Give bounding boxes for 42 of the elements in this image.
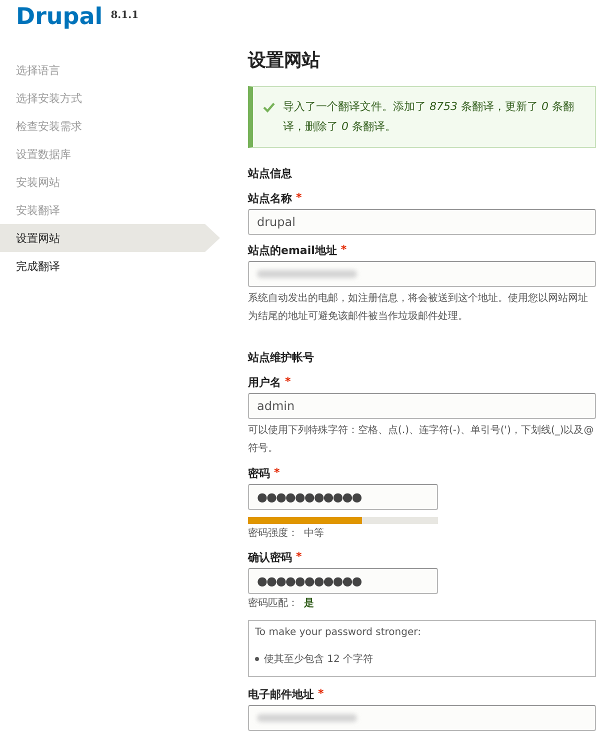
page-title: 设置网站 — [248, 49, 321, 72]
tips-title: To make your password stronger: — [255, 627, 422, 638]
match-label: 密码匹配： — [248, 596, 298, 610]
strength-value: 中等 — [304, 526, 324, 540]
required-mark: * — [296, 550, 302, 565]
install-step: 安装翻译 — [0, 196, 220, 224]
bullet-icon — [255, 657, 259, 661]
install-step: 选择安装方式 — [0, 84, 220, 112]
version-text: 8.1.1 — [110, 10, 139, 21]
field-description: 系统自动发出的电邮，如注册信息，将会被送到这个地址。使用您以网站网址为结尾的地址可避免该邮件被当作垃圾邮件处理。 — [248, 292, 589, 324]
required-mark: * — [318, 687, 324, 702]
field-label: 站点的email地址 — [248, 243, 337, 258]
message-text: 导入了一个翻译文件。添加了 8753 条翻译，更新了 0 条翻译，删除了 0 条翻译。 — [283, 99, 575, 135]
install-step: 设置数据库 — [0, 140, 220, 168]
password-field[interactable]: ●●●●●●●●●●● — [248, 568, 438, 594]
section-heading: 站点信息 — [248, 166, 293, 181]
install-step: 安装网站 — [0, 168, 220, 196]
install-step: 检查安装需求 — [0, 112, 220, 140]
check-icon — [263, 101, 275, 113]
match-value: 是 — [304, 596, 314, 610]
text-field[interactable]: admin — [248, 393, 596, 419]
field-description: 可以使用下列特殊字符：空格、点(.)、连字符(-)、单引号(')，下划线(_)以及@符号。 — [248, 424, 595, 456]
password-field[interactable]: ●●●●●●●●●●● — [248, 484, 438, 510]
install-step: 设置网站 — [0, 224, 220, 252]
required-mark: * — [285, 375, 291, 390]
strength-label: 密码强度： — [248, 526, 298, 540]
text-field[interactable] — [248, 705, 596, 731]
text-field[interactable]: drupal — [248, 209, 596, 235]
field-label: 用户名 — [248, 375, 281, 390]
required-mark: * — [274, 466, 280, 481]
install-step: 完成翻译 — [0, 252, 220, 280]
field-label: 电子邮件地址 — [248, 687, 314, 702]
field-label: 密码 — [248, 466, 270, 481]
required-mark: * — [296, 191, 302, 206]
required-mark: * — [340, 243, 347, 258]
text-field[interactable] — [248, 261, 596, 287]
tip-text: 使其至少包含 12 个字符 — [264, 652, 374, 666]
field-label: 确认密码 — [248, 550, 292, 565]
logo[interactable]: Drupal — [16, 4, 103, 30]
field-label: 站点名称 — [248, 191, 292, 206]
section-heading: 站点维护帐号 — [248, 350, 315, 365]
install-step: 选择语言 — [0, 56, 220, 84]
